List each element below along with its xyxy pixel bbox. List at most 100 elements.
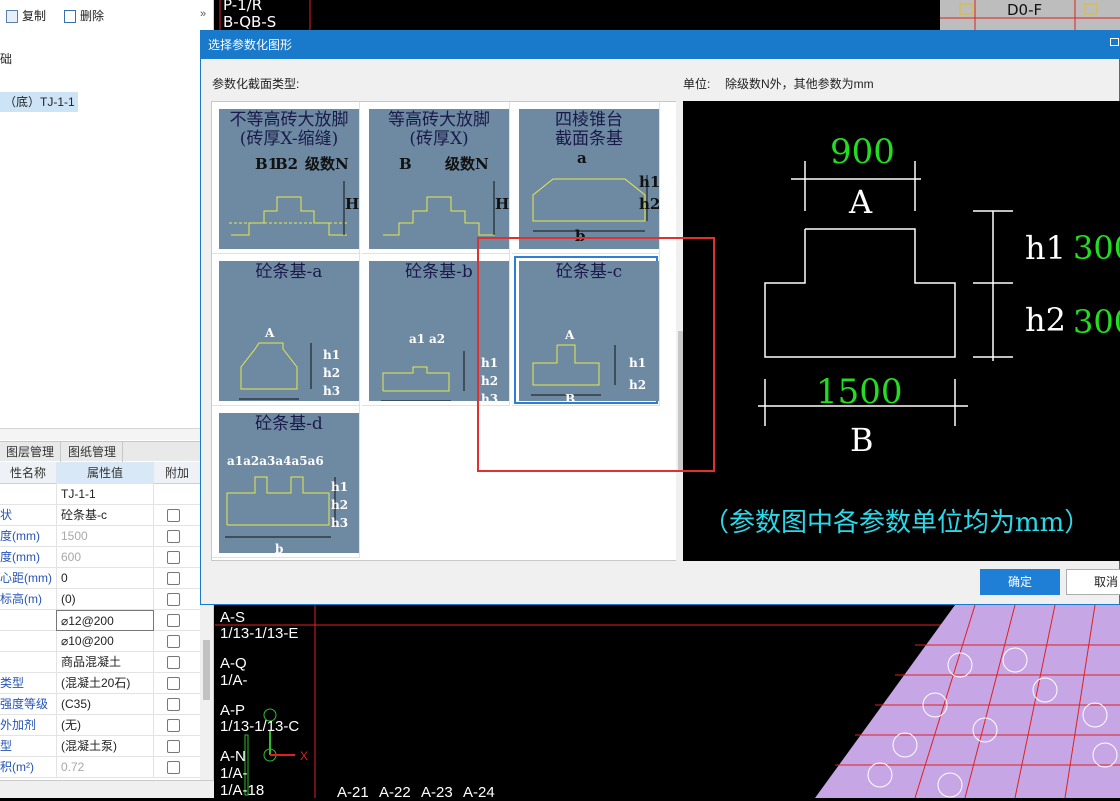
property-value[interactable]: ⌀12@200 (56, 610, 154, 631)
cad-label: B-QB-S (223, 13, 276, 30)
cad-canvas-bottom[interactable]: X A-S 1/13-1/13-E A-Q 1/A- A-P 1/13-1/13… (215, 604, 1120, 801)
cad-label: 1/A- (220, 765, 248, 782)
property-value[interactable]: (无) (56, 715, 154, 736)
property-extra-checkbox[interactable] (167, 593, 180, 606)
property-value[interactable]: 1500 (56, 526, 154, 547)
property-extra-checkbox[interactable] (167, 614, 180, 627)
shape-option-2[interactable]: B 级数N H 等高砖大放脚 (砖厚X) (362, 102, 510, 254)
property-row[interactable]: ⌀10@200 (0, 631, 200, 652)
shape-caption: 砼条基-d (255, 414, 323, 434)
maximize-icon[interactable] (1110, 38, 1119, 46)
tree-item-selected[interactable]: （底）TJ-1-1 (0, 92, 78, 112)
shape-dim-label: h3 (323, 384, 340, 398)
property-name: 标高(m) (0, 592, 42, 606)
property-extra-checkbox[interactable] (167, 740, 180, 753)
cancel-button[interactable]: 取消 (1066, 569, 1120, 595)
shape-dim-label: 级数N (305, 155, 349, 173)
property-extra-checkbox[interactable] (167, 509, 180, 522)
delete-icon (64, 9, 76, 23)
preview-b-value: 1500 (816, 372, 903, 412)
shape-thumbnail: a h1 h2 b 四棱锥台 截面条基 (519, 109, 659, 249)
delete-button[interactable]: 删除 (64, 6, 104, 26)
property-row[interactable]: 强度等级 (C35) (0, 694, 200, 715)
property-row[interactable]: 度(mm) 600 (0, 547, 200, 568)
property-value[interactable]: (0) (56, 589, 154, 610)
property-name: 类型 (0, 676, 25, 690)
shape-option-7[interactable]: a1a2a3a4a5a6 h1 h2 h3 b 砼条基-d (212, 406, 360, 558)
property-row[interactable]: 积(m²) 0.72 (0, 757, 200, 778)
property-row[interactable]: TJ-1-1 (0, 484, 200, 505)
property-extra-checkbox[interactable] (167, 698, 180, 711)
status-strip (0, 780, 214, 798)
property-row[interactable]: 类型 (混凝土20石) (0, 673, 200, 694)
property-value[interactable]: (混凝土20石) (56, 673, 154, 694)
cad-label: A-N (220, 748, 246, 765)
tab-layer-manager[interactable]: 图层管理 (0, 442, 62, 462)
property-name: 强度等级 (0, 697, 49, 711)
expand-icon[interactable]: » (200, 8, 206, 20)
property-row[interactable]: ⌀12@200 (0, 610, 200, 631)
shape-dim-label: h2 (323, 366, 340, 380)
property-value[interactable]: 商品混凝土 (56, 652, 154, 673)
col-name: 性名称 (9, 466, 46, 480)
property-row[interactable]: 状 砼条基-c (0, 505, 200, 526)
property-extra-checkbox[interactable] (167, 761, 180, 774)
property-value[interactable]: 0.72 (56, 757, 154, 778)
property-name: 型 (0, 739, 13, 753)
shape-dim-label: h1 (639, 173, 659, 191)
property-row[interactable]: 心距(mm) 0 (0, 568, 200, 589)
property-extra-checkbox[interactable] (167, 572, 180, 585)
property-extra-checkbox[interactable] (167, 551, 180, 564)
cad-label: D0-F (1007, 1, 1042, 19)
property-value[interactable]: (C35) (56, 694, 154, 715)
copy-label: 复制 (22, 9, 47, 23)
property-extra-checkbox[interactable] (167, 635, 180, 648)
preview-h2-value: 300 (1073, 303, 1120, 341)
property-name: 状 (0, 508, 13, 522)
copy-button[interactable]: 复制 (6, 6, 46, 26)
shape-option-1[interactable]: B1 B2 级数N H 不等高砖大放脚 (砖厚X-缩缝) (212, 102, 360, 254)
units-text: 除级数N外，其他参数为mm (725, 77, 874, 91)
property-extra-checkbox[interactable] (167, 719, 180, 732)
property-value[interactable]: 600 (56, 547, 154, 568)
shape-thumbnail: Ah1 h2 h3 B 砼条基-a (219, 261, 359, 401)
shape-dim-label: B2 (275, 155, 298, 173)
highlight-box (477, 237, 715, 472)
shape-dim-label: h1 (323, 348, 340, 362)
property-row[interactable]: 标高(m) (0) (0, 589, 200, 610)
property-name (0, 652, 56, 673)
bottom-tabs: 图层管理 图纸管理 (0, 441, 200, 462)
property-row[interactable]: 度(mm) 1500 (0, 526, 200, 547)
delete-label: 删除 (80, 9, 105, 23)
shape-dim-label: h2 (639, 195, 659, 213)
preview-h1-value: 300 (1073, 229, 1120, 267)
shape-dim-label: a1a2a3a4a5a6 (227, 454, 324, 468)
shape-option-3[interactable]: a h1 h2 b 四棱锥台 截面条基 (512, 102, 660, 254)
shape-dim-label: B (265, 400, 275, 401)
property-extra-checkbox[interactable] (167, 530, 180, 543)
dialog-title[interactable]: 选择参数化图形 (201, 31, 1120, 59)
tab-drawing-manager[interactable]: 图纸管理 (62, 442, 124, 462)
property-value[interactable]: ⌀10@200 (56, 631, 154, 652)
property-value[interactable]: (混凝土泵) (56, 736, 154, 757)
property-extra-checkbox[interactable] (167, 677, 180, 690)
property-name (0, 631, 56, 652)
property-row[interactable]: 型 (混凝土泵) (0, 736, 200, 757)
tree-root[interactable]: 础 (0, 50, 12, 67)
property-value[interactable]: TJ-1-1 (56, 484, 154, 505)
preview-a-label: A (848, 183, 873, 221)
property-row[interactable]: 商品混凝土 (0, 652, 200, 673)
property-extra-checkbox[interactable] (167, 656, 180, 669)
property-value[interactable]: 砼条基-c (56, 505, 154, 526)
ok-button[interactable]: 确定 (980, 569, 1060, 595)
property-name (0, 610, 56, 631)
property-value[interactable]: 0 (56, 568, 154, 589)
cad-canvas-top[interactable]: P-1/R B-QB-S D0-F (215, 0, 1120, 31)
splitter[interactable] (0, 428, 200, 440)
shape-option-4[interactable]: Ah1 h2 h3 B 砼条基-a (212, 254, 360, 406)
cad-label: P-1/R (223, 0, 262, 14)
property-row[interactable]: 外加剂 (无) (0, 715, 200, 736)
property-name: 心距(mm) (0, 571, 52, 585)
col-extra: 附加 (164, 466, 189, 480)
shape-thumbnail: a1a2a3a4a5a6 h1 h2 h3 b 砼条基-d (219, 413, 359, 553)
